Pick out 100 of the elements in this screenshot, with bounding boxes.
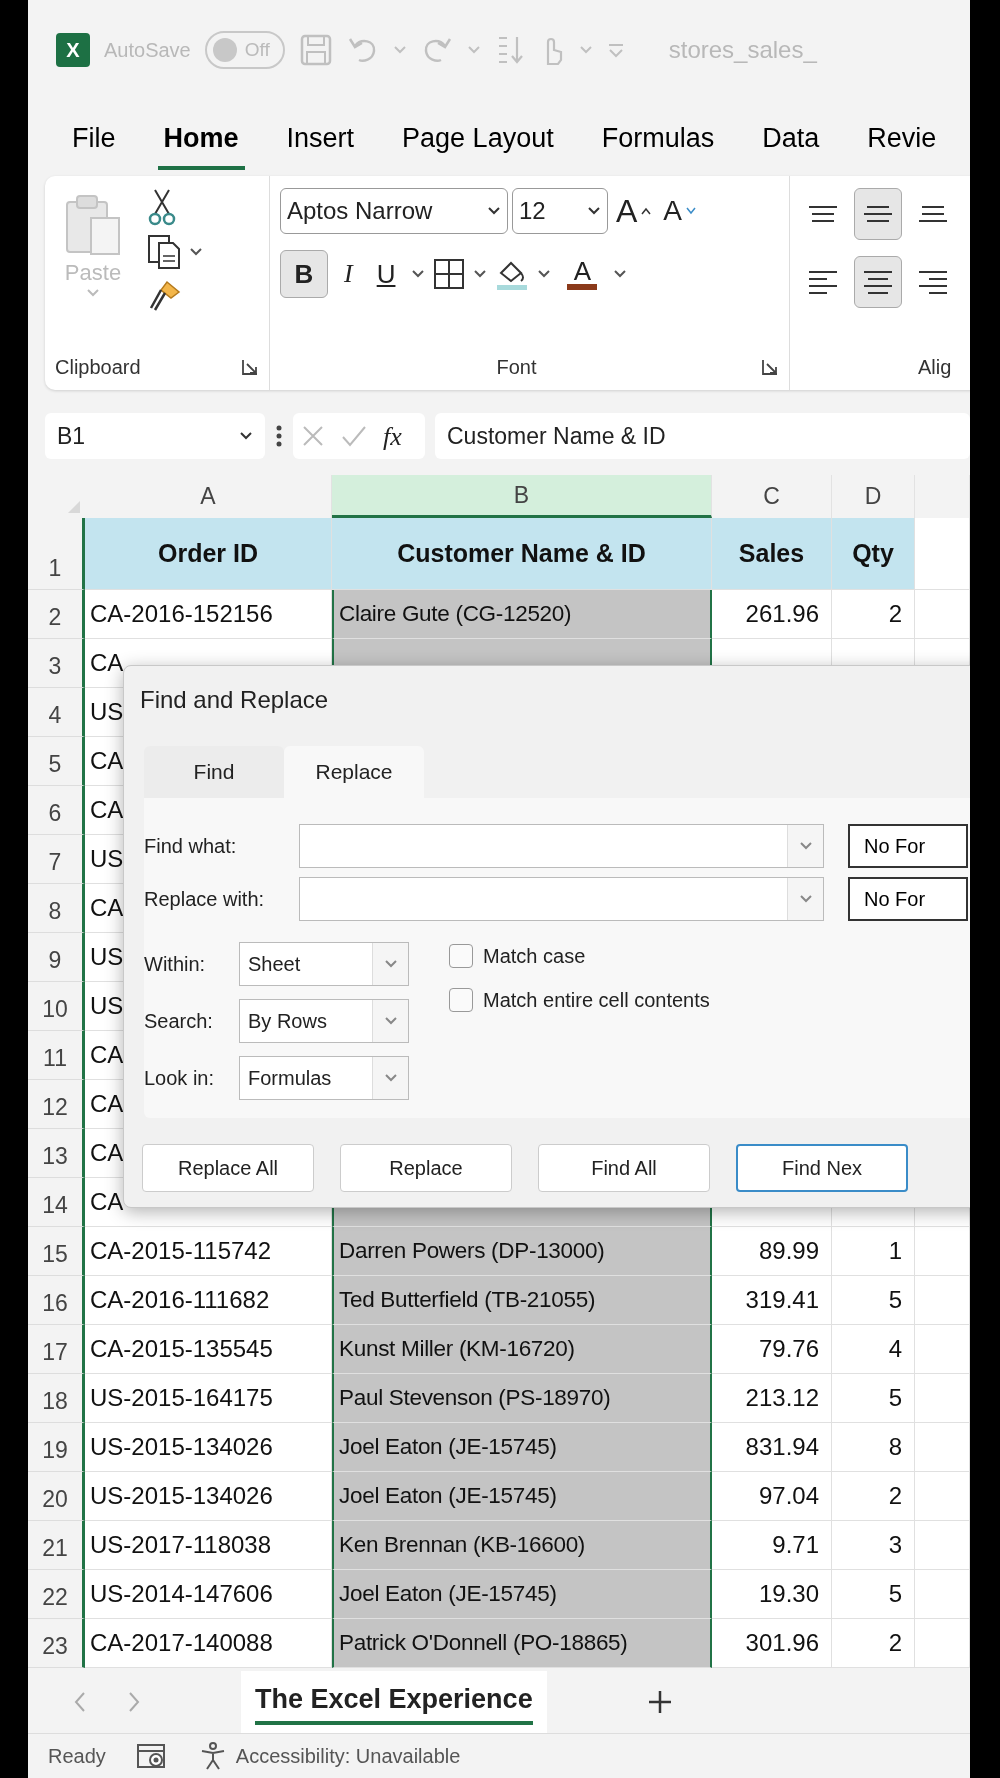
shrink-font-button[interactable]: A bbox=[659, 197, 701, 225]
row-number[interactable]: 5 bbox=[28, 737, 85, 786]
ribbon-tab[interactable]: Home bbox=[157, 116, 245, 170]
underline-button[interactable]: U bbox=[368, 257, 404, 291]
row-number[interactable]: 18 bbox=[28, 1374, 85, 1423]
checkbox[interactable] bbox=[449, 944, 473, 968]
table-cell bbox=[915, 590, 970, 639]
caret-icon[interactable] bbox=[537, 269, 552, 279]
row-number[interactable]: 17 bbox=[28, 1325, 85, 1374]
table-cell: US-2015-164175 bbox=[85, 1374, 332, 1423]
row-number[interactable]: 21 bbox=[28, 1521, 85, 1570]
row-number[interactable]: 6 bbox=[28, 786, 85, 835]
font-color-button[interactable]: A bbox=[559, 254, 606, 294]
column-header[interactable]: B bbox=[332, 475, 712, 518]
table-cell: 8 bbox=[832, 1423, 915, 1472]
header-cell: Qty bbox=[832, 518, 915, 590]
caret-icon[interactable] bbox=[613, 269, 628, 279]
row-number[interactable]: 12 bbox=[28, 1080, 85, 1129]
align-icon bbox=[918, 270, 948, 294]
ribbon-tab[interactable]: Formulas bbox=[595, 116, 721, 170]
checkbox[interactable] bbox=[449, 988, 473, 1012]
header-cell: Customer Name & ID bbox=[332, 518, 712, 590]
table-cell: Claire Gute (CG-12520) bbox=[332, 590, 712, 639]
dialog-button[interactable]: Replace All bbox=[142, 1144, 314, 1192]
caret-icon[interactable] bbox=[487, 206, 501, 216]
dropdown-field[interactable]: Sheet bbox=[239, 942, 409, 986]
table-cell: 213.12 bbox=[712, 1374, 832, 1423]
checkbox-label: Match case bbox=[483, 944, 586, 969]
row-number[interactable]: 9 bbox=[28, 933, 85, 982]
row-number[interactable]: 14 bbox=[28, 1178, 85, 1227]
row-number[interactable]: 7 bbox=[28, 835, 85, 884]
row-number[interactable]: 23 bbox=[28, 1619, 85, 1668]
table-cell: 2 bbox=[832, 1472, 915, 1521]
caret-icon[interactable] bbox=[411, 269, 426, 279]
italic-button[interactable]: I bbox=[336, 257, 361, 291]
table-cell: Ted Butterfield (TB-21055) bbox=[332, 1276, 712, 1325]
more-icon[interactable] bbox=[275, 424, 283, 448]
grow-font-button[interactable]: A bbox=[612, 195, 656, 227]
dropdown-field[interactable]: Formulas bbox=[239, 1056, 409, 1100]
row-number[interactable]: 16 bbox=[28, 1276, 85, 1325]
table-cell: CA-2015-135545 bbox=[85, 1325, 332, 1374]
text-field[interactable] bbox=[299, 824, 824, 868]
format-button[interactable]: No For bbox=[848, 824, 968, 868]
row-number[interactable]: 4 bbox=[28, 688, 85, 737]
table-cell bbox=[915, 1472, 970, 1521]
macro-record-icon[interactable] bbox=[135, 1742, 168, 1770]
text-field[interactable] bbox=[299, 877, 824, 921]
row-number[interactable]: 19 bbox=[28, 1423, 85, 1472]
table-cell: CA-2016-111682 bbox=[85, 1276, 332, 1325]
align-vertical-button[interactable] bbox=[854, 188, 902, 240]
row-number[interactable]: 13 bbox=[28, 1129, 85, 1178]
table-cell: 4 bbox=[832, 1325, 915, 1374]
caret-icon[interactable] bbox=[587, 206, 601, 216]
add-sheet-icon[interactable] bbox=[646, 1689, 673, 1715]
row-number[interactable]: 2 bbox=[28, 590, 85, 639]
ribbon-tab[interactable]: Page Layout bbox=[396, 116, 560, 170]
ribbon-tab[interactable]: Revie bbox=[861, 116, 943, 170]
ribbon-tab[interactable]: Data bbox=[756, 116, 826, 170]
dialog-button[interactable]: Find All bbox=[538, 1144, 710, 1192]
formula-field[interactable]: Customer Name & ID bbox=[435, 413, 970, 459]
align-icon bbox=[863, 206, 893, 222]
dialog-button[interactable]: Replace bbox=[340, 1144, 512, 1192]
row-number[interactable]: 11 bbox=[28, 1031, 85, 1080]
caret-icon[interactable] bbox=[473, 269, 488, 279]
group-label: Font bbox=[496, 355, 537, 380]
dialog-tab[interactable]: Replace bbox=[284, 746, 424, 798]
row-number[interactable]: 1 bbox=[28, 518, 85, 590]
borders-icon[interactable] bbox=[433, 258, 466, 290]
row-number[interactable]: 3 bbox=[28, 639, 85, 688]
table-cell: CA-2016-152156 bbox=[85, 590, 332, 639]
ribbon-tab[interactable]: File bbox=[66, 116, 122, 170]
row-number[interactable]: 15 bbox=[28, 1227, 85, 1276]
table-cell: 97.04 bbox=[712, 1472, 832, 1521]
align-horizontal-button[interactable] bbox=[854, 256, 902, 308]
table-cell: US-2015-134026 bbox=[85, 1423, 332, 1472]
bold-button[interactable]: B bbox=[280, 250, 328, 298]
font-name-field[interactable]: Aptos Narrow bbox=[280, 188, 508, 234]
dialog-tab[interactable]: Find bbox=[144, 746, 284, 798]
brush-icon[interactable] bbox=[147, 278, 183, 312]
row-number[interactable]: 20 bbox=[28, 1472, 85, 1521]
row-number[interactable]: 22 bbox=[28, 1570, 85, 1619]
row-number[interactable]: 8 bbox=[28, 884, 85, 933]
dialog-button[interactable]: Find Nex bbox=[736, 1144, 908, 1192]
copy-icon[interactable] bbox=[147, 234, 181, 270]
align-icon bbox=[918, 206, 948, 222]
row-number[interactable]: 10 bbox=[28, 982, 85, 1031]
caret-icon[interactable] bbox=[189, 247, 203, 257]
sheet-tab[interactable]: The Excel Experience bbox=[241, 1671, 547, 1733]
ribbon-tab[interactable]: Insert bbox=[280, 116, 361, 170]
dropdown-field[interactable]: By Rows bbox=[239, 999, 409, 1043]
name-box[interactable]: B1 bbox=[45, 413, 265, 459]
dialog-title: Find and Replace bbox=[139, 685, 329, 715]
font-size-field[interactable]: 12 bbox=[512, 188, 608, 234]
status-text: Ready bbox=[48, 1744, 106, 1769]
scissors-icon[interactable] bbox=[147, 188, 177, 226]
dialog-launcher-icon[interactable] bbox=[761, 358, 779, 376]
caret-icon[interactable] bbox=[239, 431, 253, 441]
format-button[interactable]: No For bbox=[848, 877, 968, 921]
dialog-launcher-icon[interactable] bbox=[241, 358, 259, 376]
insert-function-button[interactable]: fx bbox=[383, 416, 402, 456]
